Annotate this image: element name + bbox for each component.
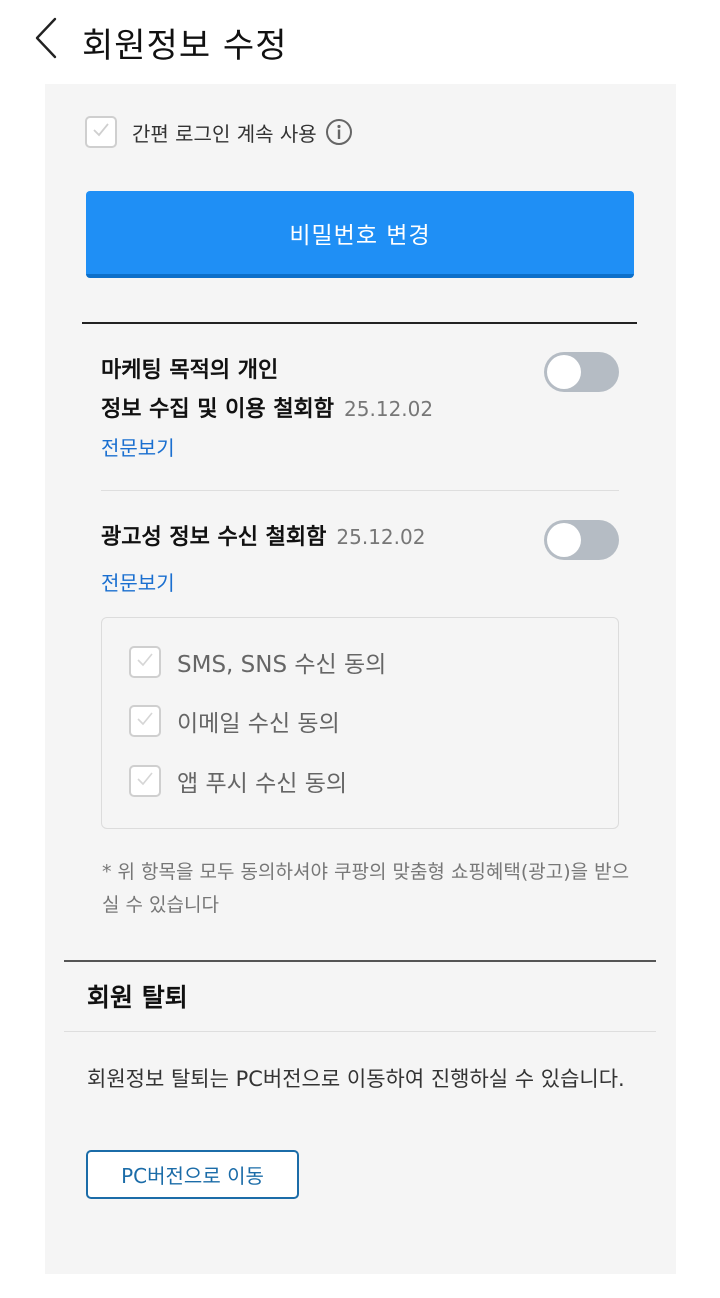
info-icon[interactable] <box>325 118 353 146</box>
benefit-notice: * 위 항목을 모두 동의하셔야 쿠팡의 맞춤형 쇼핑혜택(광고)을 받으실 수… <box>102 861 630 916</box>
sms-checkbox[interactable] <box>129 646 161 678</box>
toggle-knob <box>547 355 581 389</box>
channel-option-sms[interactable]: SMS, SNS 수신 동의 <box>129 645 386 679</box>
go-to-pc-version-button[interactable]: PC버전으로 이동 <box>86 1150 299 1199</box>
push-checkbox[interactable] <box>129 765 161 797</box>
ad-consent-title-row: 광고성 정보 수신 철회함 25.12.02 <box>101 518 425 557</box>
check-icon <box>134 768 156 794</box>
sms-label: SMS, SNS 수신 동의 <box>177 652 387 678</box>
check-icon <box>134 649 156 675</box>
withdraw-description: 회원정보 탈퇴는 PC버전으로 이동하여 진행하실 수 있습니다. <box>87 1067 625 1091</box>
ad-consent-toggle[interactable] <box>544 520 619 560</box>
marketing-consent-date: 25.12.02 <box>344 397 434 421</box>
toggle-knob <box>547 523 581 557</box>
consent-divider <box>101 490 619 491</box>
easy-login-label: 간편 로그인 계속 사용 <box>132 121 317 146</box>
ad-fulltext-link[interactable]: 전문보기 <box>101 567 175 596</box>
withdraw-divider <box>64 960 656 962</box>
marketing-consent-title-line1: 마케팅 목적의 개인 <box>101 358 279 383</box>
withdraw-title-divider <box>64 1031 656 1032</box>
channel-options-box: SMS, SNS 수신 동의 이메일 수신 동의 앱 푸시 수신 동의 <box>101 617 619 829</box>
header: 회원정보 수정 <box>0 0 720 84</box>
easy-login-option[interactable]: 간편 로그인 계속 사용 <box>85 116 353 148</box>
channel-option-email[interactable]: 이메일 수신 동의 <box>129 704 340 738</box>
check-icon <box>90 119 112 145</box>
section-divider <box>82 322 637 324</box>
email-label: 이메일 수신 동의 <box>177 711 340 737</box>
marketing-consent-toggle[interactable] <box>544 352 619 392</box>
channel-option-push[interactable]: 앱 푸시 수신 동의 <box>129 764 347 798</box>
marketing-consent-title-line2: 정보 수집 및 이용 철회함 <box>101 397 335 422</box>
email-checkbox[interactable] <box>129 705 161 737</box>
check-icon <box>134 708 156 734</box>
marketing-consent-title: 마케팅 목적의 개인 정보 수집 및 이용 철회함 25.12.02 <box>101 352 433 429</box>
easy-login-checkbox[interactable] <box>85 116 117 148</box>
marketing-fulltext-link[interactable]: 전문보기 <box>101 432 175 461</box>
ad-consent-title: 광고성 정보 수신 철회함 <box>101 525 327 550</box>
withdraw-title: 회원 탈퇴 <box>87 983 188 1012</box>
change-password-button[interactable]: 비밀번호 변경 <box>86 191 634 278</box>
page-title: 회원정보 수정 <box>82 26 288 66</box>
ad-consent-date: 25.12.02 <box>336 525 426 549</box>
chevron-left-icon <box>33 16 59 64</box>
edit-panel: 간편 로그인 계속 사용 비밀번호 변경 마케팅 목적의 개인 정보 수집 및 … <box>45 84 676 1274</box>
back-button[interactable] <box>26 16 66 64</box>
push-label: 앱 푸시 수신 동의 <box>177 771 348 797</box>
marketing-consent-title-line2-row: 정보 수집 및 이용 철회함 25.12.02 <box>101 390 433 429</box>
